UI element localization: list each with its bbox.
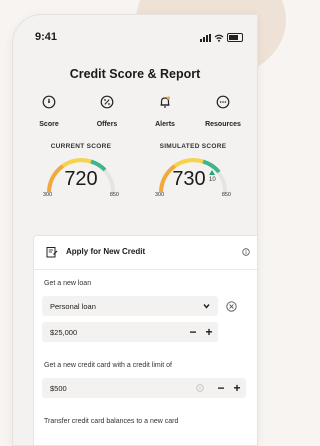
loan-amount-value: $25,000 <box>50 328 78 337</box>
tab-score[interactable]: Score <box>23 95 75 131</box>
phone-frame: 9:41 Credit Score & Report Score Offers … <box>12 14 258 446</box>
simulated-score: SIMULATED SCORE 730 10 300 850 <box>143 143 243 198</box>
plus-icon[interactable]: + <box>204 326 214 338</box>
transfer-label: Transfer credit card balances to a new c… <box>44 418 179 425</box>
credit-limit-value: $500 <box>50 384 67 393</box>
score-icon <box>42 95 56 109</box>
tab-offers-label: Offers <box>96 121 118 128</box>
status-time: 9:41 <box>35 31 58 43</box>
simulated-score-caption: SIMULATED SCORE <box>159 143 227 150</box>
percent-icon <box>100 95 114 109</box>
simulated-score-gauge: 730 10 300 850 <box>153 154 233 198</box>
status-icons <box>200 33 243 42</box>
status-bar: 9:41 <box>35 31 243 45</box>
tab-alerts[interactable]: Alerts <box>139 95 191 131</box>
more-icon <box>216 95 230 109</box>
loan-amount-field[interactable]: $25,000 − + <box>42 322 218 342</box>
apply-credit-card: Apply for New Credit Get a new loan Pers… <box>33 235 257 445</box>
divider <box>34 269 257 270</box>
loan-type-select[interactable]: Personal loan <box>42 296 218 316</box>
current-score: CURRENT SCORE 720 300 850 <box>31 143 131 198</box>
chevron-down-icon <box>203 304 210 309</box>
tab-score-label: Score <box>39 121 59 128</box>
credit-limit-stepper: − + <box>216 378 242 398</box>
simulated-score-delta: 10 <box>209 177 216 183</box>
loan-label: Get a new loan <box>44 280 92 287</box>
current-score-caption: CURRENT SCORE <box>50 143 112 150</box>
plus-icon[interactable]: + <box>232 382 242 394</box>
loan-stepper: − + <box>188 322 214 342</box>
bell-icon <box>160 96 171 108</box>
score-section: CURRENT SCORE 720 300 850 SIMULATED SCOR… <box>31 143 243 198</box>
tab-bar: Score Offers Alerts Resources <box>23 95 249 131</box>
clear-icon[interactable] <box>196 384 204 392</box>
apply-credit-title: Apply for New Credit <box>66 247 146 256</box>
simulated-score-min: 300 <box>155 192 165 198</box>
tab-alerts-label: Alerts <box>155 121 175 128</box>
current-score-min: 300 <box>43 192 53 198</box>
simulated-score-value: 730 <box>172 168 206 190</box>
battery-icon <box>227 33 243 42</box>
credit-card-label: Get a new credit card with a credit limi… <box>44 362 172 369</box>
info-icon[interactable] <box>242 248 250 256</box>
minus-icon[interactable]: − <box>188 326 198 338</box>
tab-resources[interactable]: Resources <box>197 95 249 131</box>
arrow-up-icon <box>209 170 215 175</box>
wifi-icon <box>214 34 224 42</box>
current-score-gauge: 720 300 850 <box>41 154 121 198</box>
current-score-max: 850 <box>109 192 119 198</box>
apply-credit-header: Apply for New Credit <box>46 246 250 260</box>
signal-icon <box>200 34 211 42</box>
tab-resources-label: Resources <box>205 121 241 128</box>
document-edit-icon <box>46 247 58 258</box>
current-score-value: 720 <box>64 168 98 190</box>
credit-limit-field[interactable]: $500 − + <box>42 378 246 398</box>
remove-loan-icon[interactable] <box>226 301 237 312</box>
loan-type-value: Personal loan <box>50 302 96 311</box>
page-title: Credit Score & Report <box>69 67 201 81</box>
minus-icon[interactable]: − <box>216 382 226 394</box>
tab-offers[interactable]: Offers <box>81 95 133 131</box>
simulated-score-max: 850 <box>221 192 231 198</box>
